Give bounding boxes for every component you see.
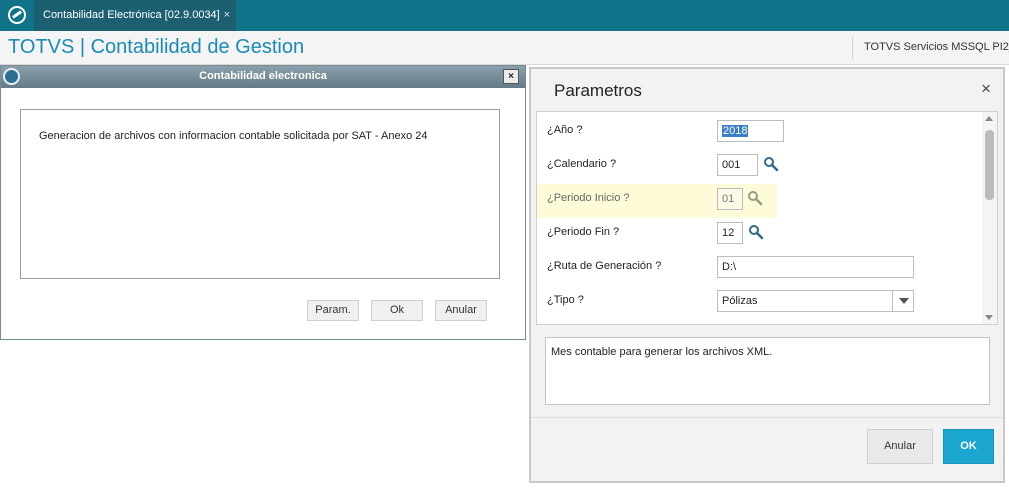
param-label: ¿Ruta de Generación ?	[547, 260, 662, 272]
top-bar: Contabilidad Electrónica [02.9.0034] ×	[0, 0, 1009, 31]
param-row-tipo: ¿Tipo ? Pólizas	[537, 286, 977, 320]
search-icon[interactable]	[747, 190, 763, 206]
param-row-periodo-inicio: ¿Periodo Inicio ? 01	[537, 184, 777, 218]
ok-button[interactable]: Ok	[371, 300, 423, 321]
panel-ok-button[interactable]: OK	[943, 429, 994, 464]
param-label: ¿Periodo Inicio ?	[547, 192, 630, 204]
param-label: ¿Tipo ?	[547, 294, 584, 306]
dialog-titlebar[interactable]: Contabilidad electronica ×	[1, 66, 525, 88]
panel-close-icon[interactable]: ×	[981, 79, 991, 99]
periodo-inicio-input[interactable]: 01	[717, 188, 743, 210]
chevron-down-icon[interactable]	[892, 290, 914, 312]
help-text: Mes contable para generar los archivos X…	[551, 346, 773, 358]
tab-contabilidad-electronica[interactable]: Contabilidad Electrónica [02.9.0034] ×	[34, 0, 236, 31]
scroll-down-icon[interactable]	[985, 315, 993, 320]
scroll-up-icon[interactable]	[985, 116, 993, 121]
search-icon[interactable]	[763, 156, 779, 172]
panel-title: Parametros	[554, 81, 642, 100]
param-button[interactable]: Param.	[307, 300, 359, 321]
panel-anular-button[interactable]: Anular	[867, 429, 933, 464]
ano-value: 2018	[722, 125, 749, 137]
ruta-input[interactable]: D:\	[717, 256, 914, 278]
app-logo-icon[interactable]	[8, 6, 26, 24]
param-row-periodo-fin: ¿Periodo Fin ? 12	[537, 218, 977, 252]
param-label: ¿Calendario ?	[547, 158, 617, 170]
server-label: TOTVS Servicios MSSQL PI2_	[864, 41, 1009, 53]
periodo-fin-input[interactable]: 12	[717, 222, 743, 244]
app-header: TOTVS | Contabilidad de Gestion TOTVS Se…	[0, 31, 1009, 65]
scroll-thumb[interactable]	[985, 130, 994, 200]
param-label: ¿Periodo Fin ?	[547, 226, 620, 238]
parametros-panel: Parametros × ¿Año ? 2018 ¿Calendario ? 0…	[529, 67, 1005, 483]
search-icon[interactable]	[748, 224, 764, 240]
param-row-ano: ¿Año ? 2018	[537, 116, 977, 150]
dialog-title: Contabilidad electronica	[199, 70, 327, 82]
param-label: ¿Año ?	[547, 124, 583, 136]
panel-divider	[531, 417, 1003, 418]
param-row-calendario: ¿Calendario ? 001	[537, 150, 977, 184]
params-list: ¿Año ? 2018 ¿Calendario ? 001 ¿Periodo I…	[536, 111, 998, 325]
info-text: Generacion de archivos con informacion c…	[39, 130, 428, 142]
tipo-select[interactable]: Pólizas	[717, 290, 914, 312]
contabilidad-dialog: Contabilidad electronica × Generacion de…	[0, 65, 526, 340]
header-divider	[852, 37, 853, 59]
ano-input[interactable]: 2018	[717, 120, 784, 142]
info-box: Generacion de archivos con informacion c…	[20, 109, 500, 279]
anular-button[interactable]: Anular	[435, 300, 487, 321]
params-scrollbar[interactable]	[982, 112, 997, 324]
tab-close-icon[interactable]: ×	[224, 0, 230, 31]
calendario-input[interactable]: 001	[717, 154, 758, 176]
tab-label: Contabilidad Electrónica [02.9.0034]	[43, 9, 220, 21]
param-row-ruta: ¿Ruta de Generación ? D:\	[537, 252, 977, 286]
app-title: TOTVS | Contabilidad de Gestion	[8, 36, 305, 58]
help-box: Mes contable para generar los archivos X…	[545, 337, 990, 405]
dialog-close-icon[interactable]: ×	[503, 69, 519, 84]
